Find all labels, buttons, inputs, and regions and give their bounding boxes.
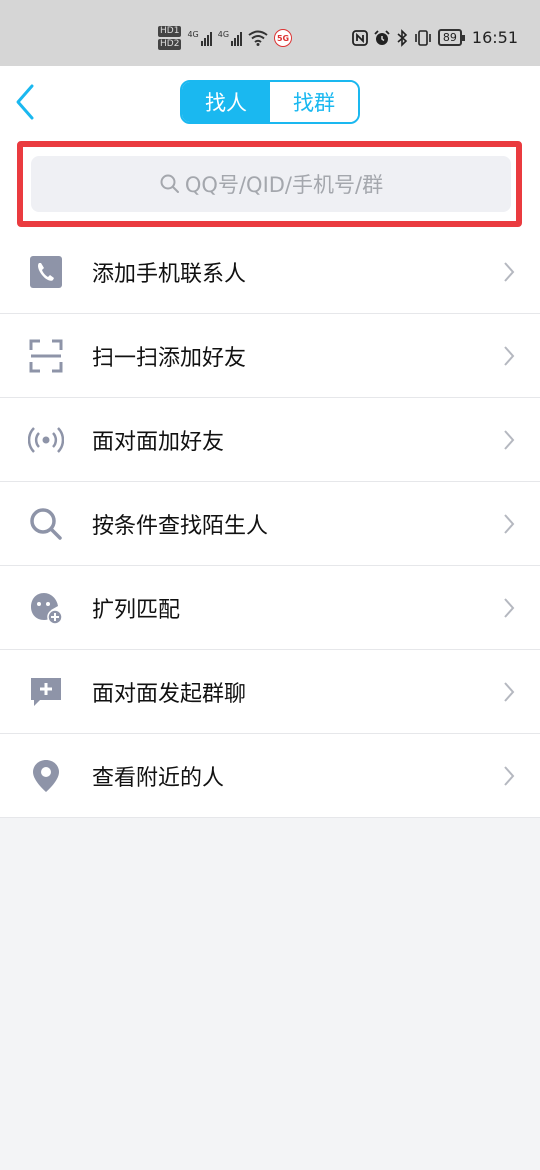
chevron-right-icon <box>504 262 515 282</box>
tab-find-people[interactable]: 找人 <box>182 82 270 122</box>
chevron-right-icon <box>504 766 515 786</box>
nav-header: 找人 找群 <box>0 66 540 136</box>
match-icon <box>31 593 63 625</box>
menu-item-label: 面对面发起群聊 <box>92 681 247 707</box>
scan-icon <box>29 339 63 373</box>
search-placeholder: QQ号/QID/手机号/群 <box>184 173 384 197</box>
alarm-icon <box>374 29 390 45</box>
menu-item-label: 扫一扫添加好友 <box>92 345 247 371</box>
phone-contact-icon <box>30 256 62 288</box>
wifi-icon <box>248 30 268 46</box>
menu-item-find-strangers[interactable]: 按条件查找陌生人 <box>0 482 540 566</box>
menu-list: 添加手机联系人 扫一扫添加好友 面对面加好友 按条件查找陌生人 扩列匹配 面对面… <box>0 230 540 818</box>
back-button[interactable] <box>10 80 50 124</box>
search-icon <box>160 174 179 193</box>
network-type-1: 4G <box>187 30 199 39</box>
status-bar: HD1 HD2 4G 4G 5G 89 16:51 <box>0 0 540 66</box>
menu-item-label: 添加手机联系人 <box>92 261 247 287</box>
menu-item-add-phone-contacts[interactable]: 添加手机联系人 <box>0 230 540 314</box>
menu-item-expand-match[interactable]: 扩列匹配 <box>0 566 540 650</box>
signal-2-icon: 4G <box>217 30 243 46</box>
chevron-right-icon <box>504 346 515 366</box>
signal-1-icon: 4G <box>187 30 212 46</box>
menu-item-label: 按条件查找陌生人 <box>92 513 269 539</box>
chevron-right-icon <box>504 682 515 702</box>
menu-item-scan-add-friend[interactable]: 扫一扫添加好友 <box>0 314 540 398</box>
network-type-2: 4G <box>217 30 230 39</box>
search-input[interactable]: QQ号/QID/手机号/群 <box>31 156 511 212</box>
battery-icon: 89 <box>437 29 465 46</box>
bluetooth-icon <box>397 28 408 47</box>
search-area: QQ号/QID/手机号/群 <box>0 136 540 232</box>
menu-item-label: 查看附近的人 <box>92 765 225 791</box>
menu-item-people-nearby[interactable]: 查看附近的人 <box>0 734 540 818</box>
chevron-left-icon <box>16 84 34 120</box>
status-right: 89 16:51 <box>351 28 518 47</box>
hd1-badge: HD1 <box>158 26 182 37</box>
menu-item-label: 面对面加好友 <box>92 429 225 455</box>
search-icon <box>30 508 62 540</box>
menu-item-label: 扩列匹配 <box>92 597 181 623</box>
chevron-right-icon <box>504 430 515 450</box>
menu-item-face-to-face-add[interactable]: 面对面加好友 <box>0 398 540 482</box>
location-pin-icon <box>33 760 59 792</box>
status-left: HD1 HD2 4G 4G 5G <box>158 22 293 54</box>
hd-indicators: HD1 HD2 <box>158 26 182 50</box>
chevron-right-icon <box>504 598 515 618</box>
menu-item-start-group-chat[interactable]: 面对面发起群聊 <box>0 650 540 734</box>
5g-badge-icon: 5G <box>274 29 293 47</box>
tab-find-groups[interactable]: 找群 <box>270 82 358 122</box>
segmented-tabs: 找人 找群 <box>180 80 360 124</box>
chat-add-icon <box>31 678 61 706</box>
clock: 16:51 <box>471 28 518 47</box>
nfc-icon <box>351 29 368 46</box>
chevron-right-icon <box>504 514 515 534</box>
vibrate-icon <box>415 29 431 46</box>
radar-icon <box>28 427 64 453</box>
hd2-badge: HD2 <box>158 39 182 50</box>
